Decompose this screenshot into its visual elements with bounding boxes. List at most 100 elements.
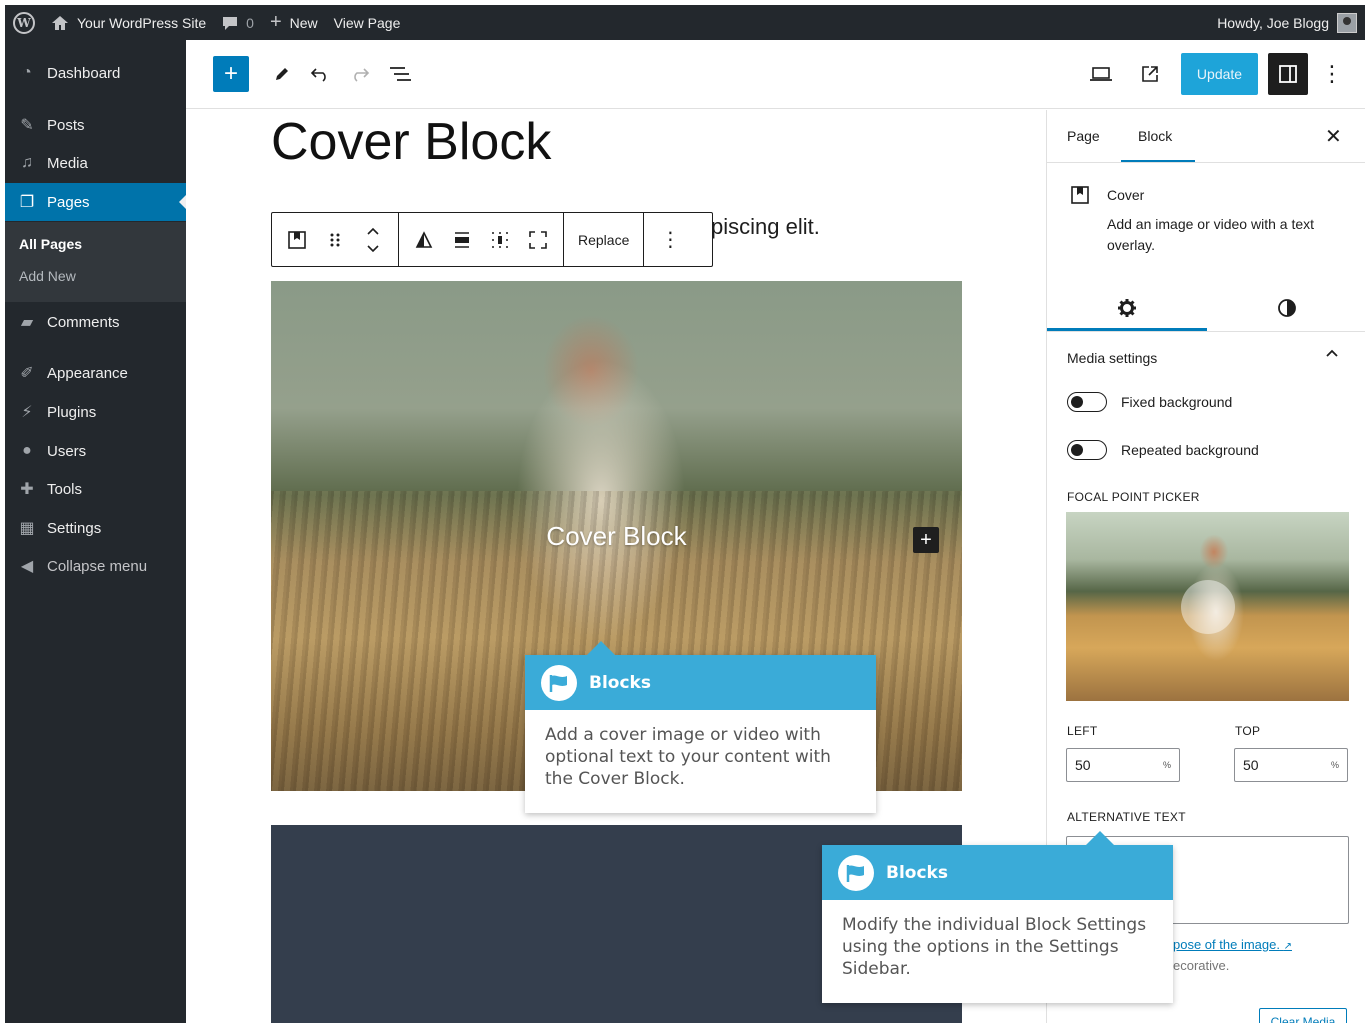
block-card-description: Add an image or video with a text overla…	[1107, 216, 1315, 253]
align-wide-icon[interactable]	[445, 220, 479, 260]
comment-icon	[223, 16, 238, 30]
comments-link[interactable]: 0	[214, 5, 262, 40]
block-toolbar-group-more: ⋮	[644, 213, 696, 266]
sidebar-icon	[1279, 65, 1297, 83]
site-name-link[interactable]: Your WordPress Site	[43, 5, 214, 40]
new-label: New	[289, 14, 318, 31]
sidebar-item-label: Appearance	[47, 364, 128, 382]
divider	[1047, 331, 1365, 332]
alt-text-help-link[interactable]: pose of the image. ↗	[1173, 937, 1292, 952]
sidebar-item-tools[interactable]: ✚ Tools	[5, 470, 186, 508]
sidebar-item-posts[interactable]: ✎ Posts	[5, 106, 186, 144]
view-post-button[interactable]	[1136, 60, 1164, 88]
sidebar-item-label: Media	[47, 154, 88, 172]
sidebar-item-users[interactable]: ● Users	[5, 432, 186, 470]
tab-page[interactable]: Page	[1067, 128, 1100, 144]
pin-icon: ✎	[20, 117, 34, 134]
cover-block-icon[interactable]	[280, 220, 314, 260]
focal-top-value: 50	[1243, 757, 1259, 773]
sidebar-item-label: Comments	[47, 313, 120, 331]
sidebar-item-label: Plugins	[47, 403, 97, 421]
preview-button[interactable]	[1086, 60, 1116, 88]
alternative-text-label: ALTERNATIVE TEXT	[1067, 810, 1186, 824]
sidebar-item-label: Users	[47, 442, 87, 460]
flag-icon	[541, 664, 577, 701]
account-menu[interactable]: Howdy, Joe Blogg	[1217, 12, 1365, 33]
sidebar-collapse-menu[interactable]: ◀ Collapse menu	[5, 547, 186, 585]
list-view-button[interactable]	[386, 60, 414, 88]
sidebar-item-label: Collapse menu	[47, 557, 148, 575]
alt-text-help-text: ecorative.	[1173, 958, 1230, 973]
external-link-icon: ↗	[1283, 941, 1292, 952]
paragraph-block[interactable]: piscing elit.	[711, 214, 820, 240]
move-up-down-icon[interactable]	[356, 220, 390, 260]
plus-icon: +	[269, 11, 282, 33]
tools-button[interactable]	[268, 60, 296, 88]
divider	[1047, 162, 1365, 163]
replace-button[interactable]: Replace	[572, 220, 635, 260]
update-label: Update	[1196, 66, 1243, 82]
sidebar-item-settings[interactable]: ▦ Settings	[5, 509, 186, 547]
focal-point-handle[interactable]	[1181, 580, 1235, 634]
sidebar-item-media[interactable]: ♫ Media	[5, 144, 186, 182]
cover-block-title[interactable]: Cover Block	[271, 521, 962, 552]
pages-icon: ❐	[19, 194, 35, 211]
repeated-background-toggle[interactable]	[1067, 440, 1107, 460]
block-card-title: Cover	[1107, 187, 1145, 203]
site-name: Your WordPress Site	[77, 14, 207, 31]
focal-left-input[interactable]: 50 %	[1066, 748, 1180, 782]
comments-count: 0	[246, 14, 254, 31]
wordpress-logo-icon: W	[13, 11, 35, 34]
settings-toggle-button[interactable]	[1268, 53, 1308, 95]
align-content-icon[interactable]	[407, 220, 441, 260]
media-icon: ♫	[21, 154, 33, 171]
block-options-button[interactable]: ⋮	[648, 220, 692, 260]
submenu-add-new[interactable]: Add New	[19, 268, 76, 284]
undo-button[interactable]	[306, 60, 334, 88]
contrast-icon	[1277, 299, 1296, 317]
top-label: TOP	[1235, 724, 1261, 738]
block-toolbar-group-tools	[399, 213, 564, 266]
focal-point-picker[interactable]	[1066, 512, 1349, 701]
sidebar-item-appearance[interactable]: ✐ Appearance	[5, 354, 186, 392]
view-page-link[interactable]: View Page	[326, 5, 409, 40]
percent-unit: %	[1162, 760, 1171, 770]
plugin-icon: ⚡	[21, 404, 33, 421]
wordpress-logo-button[interactable]: W	[5, 5, 43, 40]
percent-unit: %	[1330, 760, 1339, 770]
close-settings-button[interactable]: ✕	[1325, 124, 1342, 149]
editor-toolbar: + Update ⋮	[186, 40, 1365, 109]
submenu-all-pages[interactable]: All Pages	[19, 236, 82, 252]
full-height-dotted-icon[interactable]	[483, 220, 517, 260]
redo-button[interactable]	[346, 60, 374, 88]
drag-handle-icon[interactable]	[318, 220, 352, 260]
howdy-text: Howdy, Joe Blogg	[1217, 14, 1329, 31]
close-icon: ✕	[1325, 126, 1342, 148]
new-content-link[interactable]: + New	[262, 5, 326, 40]
page-title[interactable]: Cover Block	[271, 112, 551, 172]
sidebar-item-comments[interactable]: ▰ Comments	[5, 303, 186, 341]
sidebar-item-dashboard[interactable]: ◔ Dashboard	[5, 54, 186, 92]
more-options-button[interactable]: ⋮	[1318, 60, 1346, 88]
block-inserter-button[interactable]: +	[213, 56, 249, 92]
pages-submenu: All Pages Add New	[5, 222, 186, 302]
focal-top-input[interactable]: 50 %	[1234, 748, 1348, 782]
block-settings-tooltip: Blocks Modify the individual Block Setti…	[822, 831, 1173, 1003]
media-settings-title[interactable]: Media settings	[1067, 350, 1157, 366]
tab-block[interactable]: Block	[1138, 128, 1172, 144]
sidebar-item-label: Tools	[47, 480, 83, 498]
sidebar-item-plugins[interactable]: ⚡ Plugins	[5, 393, 186, 431]
comment-icon: ▰	[20, 314, 34, 331]
tab-styles[interactable]	[1207, 285, 1365, 331]
plus-icon: +	[920, 528, 932, 551]
chevron-up-icon[interactable]	[1325, 346, 1339, 365]
full-screen-icon[interactable]	[521, 220, 555, 260]
focal-left-value: 50	[1075, 757, 1091, 773]
tab-settings[interactable]	[1047, 285, 1207, 331]
clear-media-button[interactable]: Clear Media	[1259, 1008, 1347, 1023]
cover-inner-inserter-button[interactable]: +	[913, 527, 939, 553]
fixed-background-toggle[interactable]	[1067, 392, 1107, 412]
update-button[interactable]: Update	[1181, 53, 1258, 95]
sidebar-item-pages[interactable]: ❐ Pages	[5, 183, 187, 221]
block-toolbar-group-replace: Replace	[564, 213, 645, 266]
